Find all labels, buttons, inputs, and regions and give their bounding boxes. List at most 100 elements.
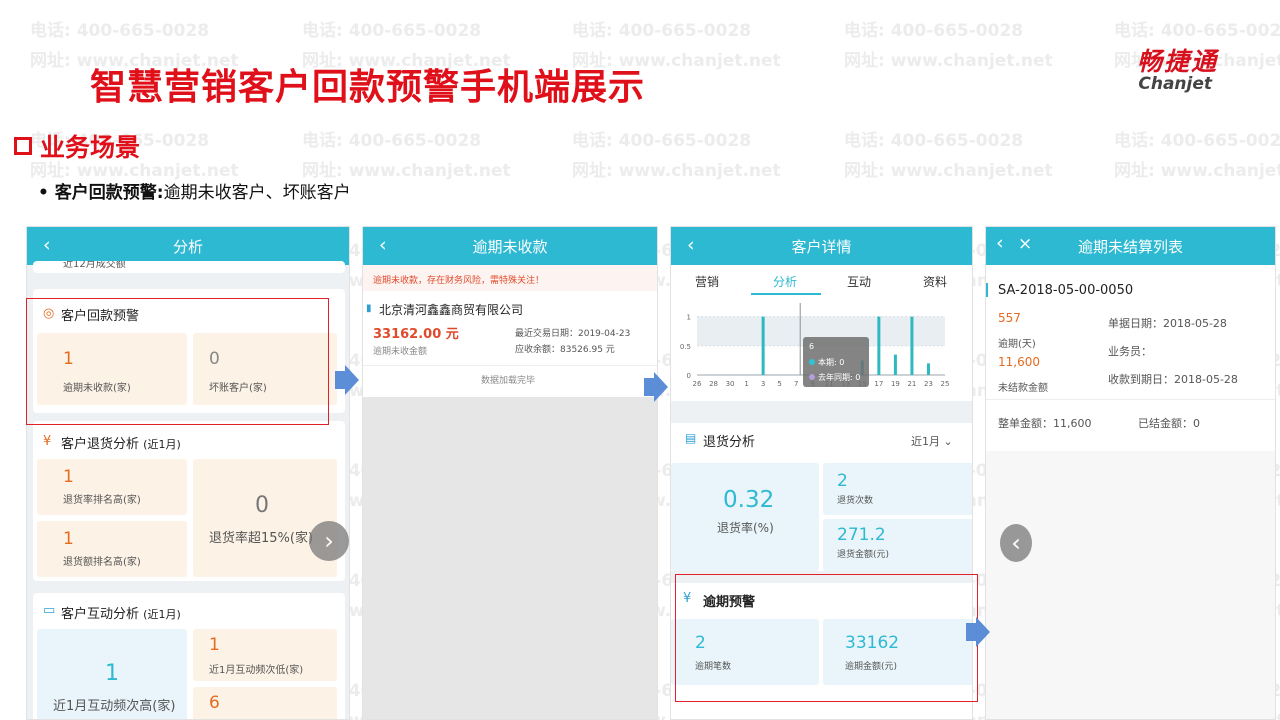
returns-card[interactable]: ¥ 客户退货分析 (近1月) 1 退货率排名高(家) 1 退货额排名高(家) 0… (33, 421, 345, 581)
watermark-text: 电话: 400-665-0028网址: www.chanjet.net (302, 131, 511, 181)
watermark-text: 电话: 400-665-0028网址: www.chanjet.net (844, 21, 1053, 71)
chevron-right-icon: › (324, 527, 334, 555)
phone2-header: ‹ 逾期未收款 (363, 227, 657, 265)
chevron-down-icon: ⌄ (943, 435, 953, 448)
bar (910, 316, 914, 375)
back-icon[interactable]: ‹ (43, 234, 51, 256)
phone-settlement-list: ‹ × 逾期未结算列表 SA-2018-05-00-0050 557 逾期(天)… (985, 226, 1276, 720)
total-amount: 整单金额：11,600 (998, 417, 1092, 430)
return-rate-tile[interactable]: 0.32 退货率(%) (671, 463, 819, 571)
unpaid-label: 未结款金额 (998, 383, 1048, 394)
tab-analysis[interactable]: 分析 (773, 273, 797, 290)
prev-slide-button[interactable]: ‹ (1000, 524, 1032, 562)
partial-label: 近12月成交额 (63, 261, 126, 270)
logo-en: Chanjet (1138, 74, 1212, 94)
logo-cn: 畅捷通 (1136, 47, 1218, 76)
back-icon[interactable]: ‹ (996, 232, 1004, 254)
arrow-right-icon (644, 372, 668, 402)
phone3-header: ‹ 客户详情 (671, 227, 972, 265)
bullet-dot-icon: • (38, 183, 55, 203)
interaction-icon: ▭ (43, 603, 56, 618)
divider (363, 365, 657, 366)
return-rate-rank-tile[interactable]: 1 退货率排名高(家) (37, 459, 187, 515)
interaction-card[interactable]: ▭ 客户互动分析 (近1月) 1 近1月互动频次高(家) 1 近1月互动频次低(… (33, 593, 345, 719)
low-freq-tile[interactable]: 1 近1月互动频次低(家) (193, 629, 337, 681)
return-count-value: 2 (837, 471, 848, 491)
returns-period[interactable]: 近1月 ⌄ (911, 433, 953, 449)
return-rate-over-label: 退货率超15%(家) (209, 531, 314, 546)
return-amount-rank-tile[interactable]: 1 退货额排名高(家) (37, 521, 187, 577)
due-date: 收款到期日：2018-05-28 (1108, 373, 1238, 386)
phone2-title: 逾期未收款 (472, 237, 548, 256)
return-count-tile[interactable]: 2 退货次数 (823, 463, 972, 515)
phone4-header: ‹ × 逾期未结算列表 (986, 227, 1275, 265)
high-freq-tile[interactable]: 1 近1月互动频次高(家) (37, 629, 187, 719)
chevron-left-icon: ‹ (1011, 529, 1021, 557)
tab-profile[interactable]: 资料 (923, 273, 947, 290)
return-rate-over-tile[interactable]: 0 退货率超15%(家) (193, 459, 337, 577)
return-amount-tile[interactable]: 271.2 退货金额(元) (823, 519, 972, 571)
y-tick-label: 0 (687, 372, 691, 380)
bullet-line: • 客户回款预警:逾期未收客户、坏账客户 (38, 178, 351, 203)
square-bullet-icon (14, 137, 32, 155)
next-slide-button[interactable]: › (309, 521, 349, 561)
returns-title: 退货分析 (703, 435, 756, 450)
other-freq-count: 6 (209, 693, 220, 713)
arrow-right-icon (966, 617, 990, 647)
x-tick-label: 5 (777, 380, 781, 388)
tab-marketing[interactable]: 营销 (695, 273, 719, 290)
overdue-content: 逾期未收款，存在财务风险，需特殊关注！ ▮ 北京清河鑫鑫商贸有限公司 33162… (363, 265, 657, 397)
card3-title: 客户互动分析 (近1月) (61, 607, 181, 622)
watermark-text: 电话: 400-665-0028网址: www.chanjet.net (844, 131, 1053, 181)
accent-bar (986, 283, 988, 297)
tab-interaction[interactable]: 互动 (847, 273, 871, 290)
detail-tabs: 营销 分析 互动 资料 (671, 265, 972, 295)
x-tick-label: 23 (924, 380, 933, 388)
partial-card: 近12月成交额 (33, 261, 345, 273)
other-freq-tile[interactable]: 6 (193, 687, 337, 719)
high-freq-label: 近1月互动频次高(家) (53, 699, 176, 714)
company-name[interactable]: 北京清河鑫鑫商贸有限公司 (379, 301, 523, 318)
low-freq-count: 1 (209, 635, 220, 655)
bullet-text: 逾期未收客户、坏账客户 (163, 183, 351, 203)
phone3-title: 客户详情 (791, 237, 852, 256)
return-amount-value: 271.2 (837, 525, 886, 545)
x-tick-label: 21 (907, 380, 916, 388)
card2-title: 客户退货分析 (近1月) (61, 437, 181, 452)
tooltip-title: 6 (809, 342, 814, 351)
doc-number: SA-2018-05-00-0050 (998, 283, 1134, 298)
tooltip-series1: 本期: 0 (818, 357, 844, 367)
phone1-title: 分析 (172, 237, 203, 256)
phone4-title: 逾期未结算列表 (1077, 237, 1183, 256)
divider (986, 399, 1275, 400)
return-rate-rank-count: 1 (63, 467, 74, 487)
overdue-amount-label: 逾期未收金额 (373, 347, 428, 357)
highlight-box-1 (26, 298, 329, 425)
returns-analysis-card[interactable]: ▤ 退货分析 近1月 ⌄ 0.32 退货率(%) 2 退货次数 271.2 退货… (671, 423, 972, 571)
x-tick-label: 30 (726, 380, 735, 388)
load-complete: 数据加载完毕 (481, 376, 536, 386)
arrow-right-icon (335, 365, 359, 395)
bar (761, 316, 765, 375)
settlement-item[interactable]: SA-2018-05-00-0050 557 逾期(天) 单据日期：2018-0… (986, 265, 1275, 451)
unpaid-amount: 11,600 (998, 355, 1040, 369)
back-icon[interactable]: ‹ (379, 234, 387, 256)
close-icon[interactable]: × (1018, 234, 1032, 254)
watermark-text: 电话: 400-665-0028网址: www.chanjet.net (572, 131, 781, 181)
warning-text: 逾期未收款，存在财务风险，需特殊关注！ (373, 276, 545, 286)
low-freq-label: 近1月互动频次低(家) (209, 665, 304, 676)
warning-bar: 逾期未收款，存在财务风险，需特殊关注！ (363, 265, 657, 291)
back-icon[interactable]: ‹ (687, 234, 695, 256)
highlight-box-2 (675, 574, 978, 702)
doc-date: 单据日期：2018-05-28 (1108, 317, 1227, 330)
high-freq-count: 1 (105, 661, 119, 686)
bar (926, 363, 930, 375)
y-tick-label: 0.5 (680, 343, 691, 351)
x-tick-label: 3 (761, 380, 765, 388)
overdue-days: 557 (998, 311, 1021, 325)
x-tick-label: 25 (941, 380, 950, 388)
bar-chart: 10.502628301357911131517192123256本期: 0去年… (680, 303, 950, 388)
tooltip-dot-1 (809, 359, 815, 365)
x-tick-label: 1 (744, 380, 748, 388)
overdue-days-label: 逾期(天) (998, 339, 1036, 350)
